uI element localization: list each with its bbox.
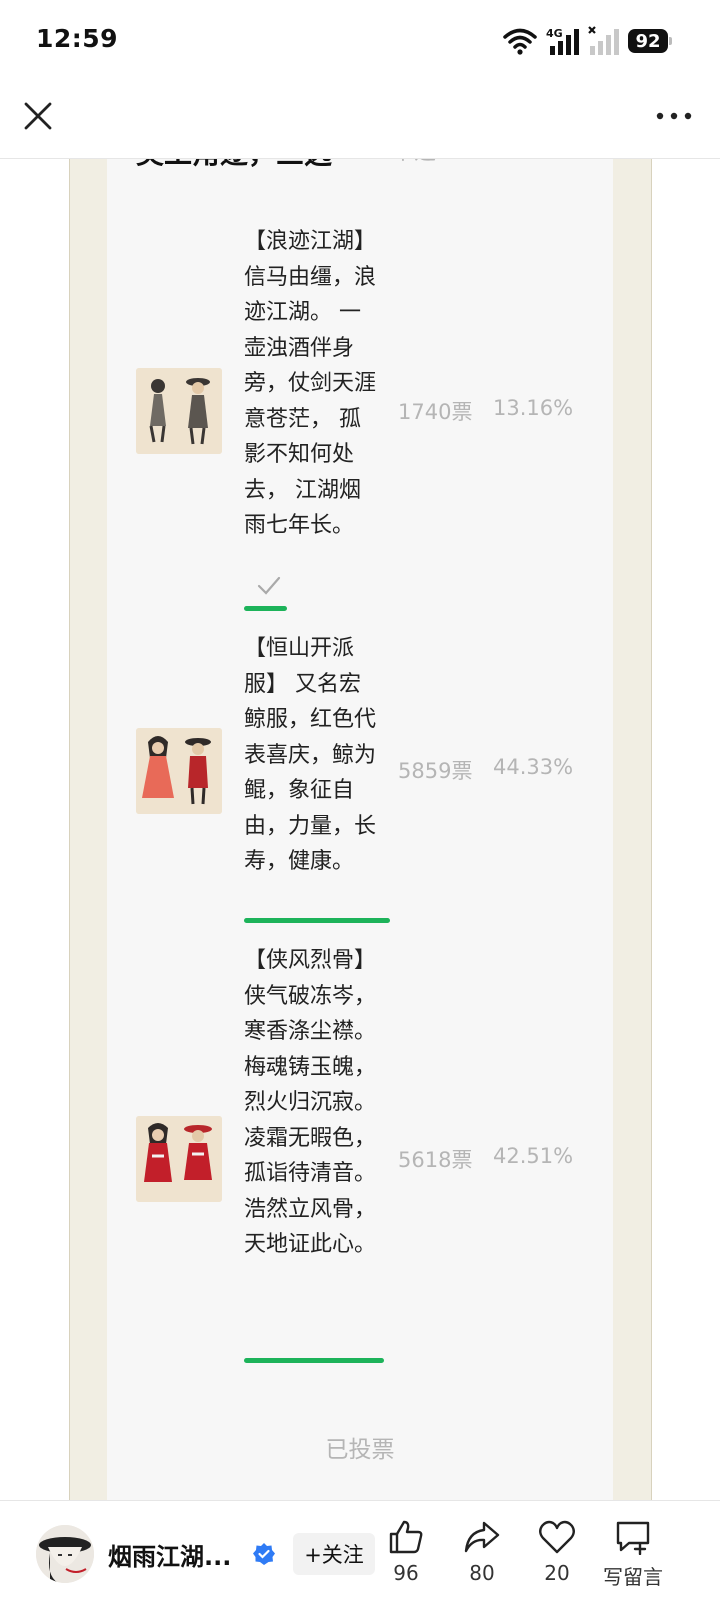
option-percent: 44.33%	[493, 755, 574, 779]
option-votes: 5859票	[398, 759, 473, 783]
option-votes: 5618票	[398, 1148, 473, 1172]
favorite-button[interactable]: 20	[517, 1519, 597, 1605]
option-result-bar	[244, 606, 287, 611]
option-votes: 1740票	[398, 400, 473, 424]
voted-status: 已投票	[325, 1437, 395, 1463]
like-button[interactable]: 96	[366, 1519, 446, 1605]
option-percent: 13.16%	[493, 396, 574, 420]
status-bar: 12:59 4G 92	[0, 0, 720, 80]
option-result-bar	[244, 918, 390, 923]
thumbs-up-icon	[389, 1520, 423, 1554]
status-time: 12:59	[36, 24, 119, 53]
like-count: 96	[393, 1561, 419, 1585]
option-text: 【浪迹江湖】 信马由缰，浪迹江湖。 一壶浊酒伴身旁，仗剑天涯意苍茫， 孤影不知何…	[244, 229, 377, 538]
close-icon[interactable]	[18, 96, 58, 136]
comment-label: 写留言	[603, 1565, 663, 1589]
battery-icon: 92	[628, 29, 672, 53]
comment-add-icon	[616, 1521, 650, 1555]
nav-bar	[0, 80, 720, 159]
comment-button[interactable]: 写留言	[593, 1519, 673, 1605]
costume-thumbnail-image	[136, 368, 222, 454]
status-icons: 4G 92	[502, 24, 672, 58]
option-percent: 42.51%	[493, 1144, 574, 1168]
battery-level: 92	[635, 30, 661, 52]
option-result-bar	[244, 1358, 384, 1363]
heart-icon	[539, 1520, 575, 1554]
verified-icon	[253, 1543, 275, 1565]
follow-button[interactable]: +关注	[293, 1533, 375, 1575]
author-name[interactable]: 烟雨江湖...	[108, 1537, 231, 1572]
poll-title: 美工角逐，三选一	[136, 158, 360, 172]
author-avatar[interactable]	[36, 1525, 94, 1583]
share-button[interactable]: 80	[442, 1519, 522, 1605]
option-text: 【恒山开派服】 又名宏鲸服，红色代表喜庆，鲸为鲲，象征自由，力量，长寿，健康。	[244, 636, 377, 874]
share-count: 80	[469, 1561, 495, 1585]
wifi-icon	[503, 28, 537, 55]
network-type-label: 4G	[546, 27, 563, 40]
costume-thumbnail-image	[136, 728, 222, 814]
signal-4g-icon: 4G	[546, 27, 579, 55]
option-text: 【侠风烈骨】 侠气破冻岑，寒香涤尘襟。 梅魂铸玉魄，烈火归沉寂。 凌霜无暇色，孤…	[244, 948, 377, 1257]
bottom-bar: 烟雨江湖... +关注 96 80 20 写留言	[0, 1500, 720, 1609]
more-icon[interactable]	[652, 96, 696, 136]
costume-thumbnail-image	[136, 1116, 222, 1202]
signal-empty-icon	[588, 26, 619, 55]
share-icon	[464, 1521, 500, 1553]
article-content[interactable]: 美工角逐，三选一 单选 【浪迹江湖】 信马由缰，浪迹江湖。 一壶浊酒伴身旁，仗剑…	[0, 158, 720, 1500]
check-icon	[257, 576, 281, 595]
favorite-count: 20	[544, 1561, 570, 1585]
poll-type-label: 单选	[392, 158, 436, 166]
